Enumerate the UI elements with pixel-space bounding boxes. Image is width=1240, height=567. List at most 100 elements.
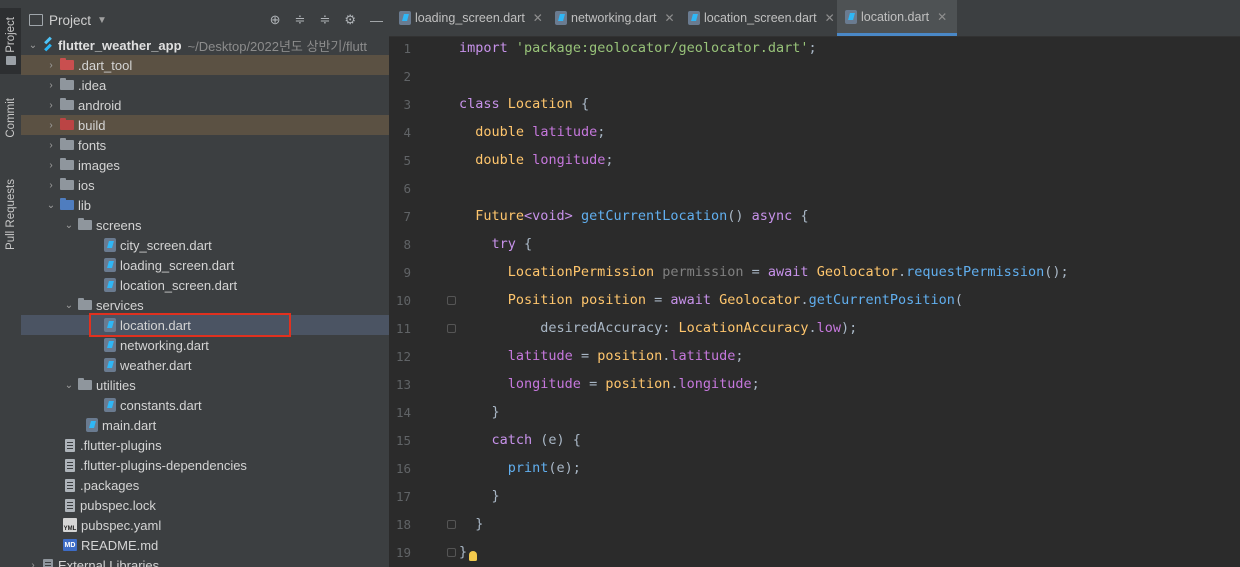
code-token: latitude [507, 348, 573, 364]
tree-item-location-screen[interactable]: location_screen.dart [21, 275, 389, 295]
chevron-right-icon[interactable]: › [45, 60, 57, 71]
close-icon[interactable]: ✕ [664, 11, 674, 25]
tree-item-label: location_screen.dart [120, 277, 238, 293]
close-icon[interactable]: ✕ [825, 11, 835, 25]
code-token: { [572, 96, 590, 112]
tree-item-readme[interactable]: MD README.md [21, 535, 389, 555]
dart-file-icon [555, 11, 567, 25]
tree-item-label: .dart_tool [78, 57, 133, 73]
line-number: 1 [403, 41, 411, 56]
folder-icon [60, 58, 74, 70]
code-token: () [727, 208, 752, 224]
code-line-19: } [459, 544, 468, 560]
project-icon [29, 14, 43, 26]
line-number: 9 [403, 265, 411, 280]
project-tool-tab[interactable]: Project [0, 8, 21, 74]
pull-requests-tool-tab[interactable]: Pull Requests [0, 168, 21, 260]
tree-item-label: .packages [80, 477, 140, 493]
tab-networking[interactable]: networking.dart ✕ [555, 0, 675, 36]
chevron-right-icon[interactable]: › [45, 80, 57, 91]
folder-icon [60, 78, 74, 90]
tree-item-lib[interactable]: ⌄ lib [21, 195, 389, 215]
tree-item-label: .flutter-plugins [80, 437, 162, 453]
tree-item-location[interactable]: location.dart [21, 315, 389, 335]
tree-item-fonts[interactable]: › fonts [21, 135, 389, 155]
line-number: 3 [403, 97, 411, 112]
chevron-right-icon[interactable]: › [27, 560, 39, 567]
line-number: 14 [395, 405, 411, 420]
chevron-down-icon[interactable]: ⌄ [27, 40, 39, 51]
code-line-15: catch (e) { [459, 432, 581, 448]
chevron-down-icon[interactable]: ⌄ [63, 220, 75, 231]
tree-item-main[interactable]: main.dart [21, 415, 389, 435]
code-line-12: latitude = position.latitude; [507, 348, 744, 364]
close-icon[interactable]: ✕ [533, 11, 543, 25]
folder-icon [78, 298, 92, 310]
project-panel-title[interactable]: Project [49, 13, 91, 28]
tree-item-pubspec-lock[interactable]: pubspec.lock [21, 495, 389, 515]
fold-marker-icon[interactable] [447, 324, 456, 333]
tree-item-ios[interactable]: › ios [21, 175, 389, 195]
code-token: longitude [532, 152, 606, 168]
tree-item-label: ios [78, 177, 95, 193]
tree-item-flutter-plugins[interactable]: .flutter-plugins [21, 435, 389, 455]
tree-item-screens[interactable]: ⌄ screens [21, 215, 389, 235]
target-icon[interactable]: ⊕ [270, 12, 281, 28]
tree-root[interactable]: ⌄ flutter_weather_app ~/Desktop/2022년도 상… [21, 35, 389, 55]
tab-location-screen[interactable]: location_screen.dart ✕ [688, 0, 835, 36]
code-token: Location [507, 96, 573, 112]
dart-file-icon [104, 358, 116, 372]
tree-item-flutter-plugins-dependencies[interactable]: .flutter-plugins-dependencies [21, 455, 389, 475]
tree-item-weather[interactable]: weather.dart [21, 355, 389, 375]
tab-loading-screen[interactable]: loading_screen.dart ✕ [399, 0, 543, 36]
code-token: try [491, 236, 516, 252]
tree-item-pubspec-yaml[interactable]: YML pubspec.yaml [21, 515, 389, 535]
code-token: longitude [507, 376, 581, 392]
text-file-icon [65, 438, 75, 452]
tree-item-loading-screen[interactable]: loading_screen.dart [21, 255, 389, 275]
chevron-down-icon[interactable]: ⌄ [63, 300, 75, 311]
lightbulb-icon[interactable] [469, 551, 477, 561]
chevron-right-icon[interactable]: › [45, 160, 57, 171]
chevron-down-icon[interactable]: ⌄ [45, 200, 57, 211]
code-token: position [597, 348, 663, 364]
fold-marker-icon[interactable] [447, 520, 456, 529]
code-token: desiredAccuracy: [540, 320, 671, 336]
collapse-icon[interactable]: ≑ [319, 12, 330, 28]
code-line-16: print(e); [459, 460, 581, 476]
minimize-icon[interactable]: — [370, 13, 383, 28]
tree-item-utilities[interactable]: ⌄ utilities [21, 375, 389, 395]
tree-item-external-libraries[interactable]: › External Libraries [21, 555, 389, 567]
code-token: class [459, 96, 500, 112]
dart-file-icon [104, 338, 116, 352]
fold-marker-icon[interactable] [447, 548, 456, 557]
chevron-right-icon[interactable]: › [45, 100, 57, 111]
tree-item-constants[interactable]: constants.dart [21, 395, 389, 415]
tree-item-city-screen[interactable]: city_screen.dart [21, 235, 389, 255]
chevron-right-icon[interactable]: › [45, 180, 57, 191]
tree-item-packages[interactable]: .packages [21, 475, 389, 495]
fold-marker-icon[interactable] [447, 296, 456, 305]
tree-item-android[interactable]: › android [21, 95, 389, 115]
code-token: <void> [524, 208, 573, 224]
tree-item-networking[interactable]: networking.dart [21, 335, 389, 355]
close-icon[interactable]: ✕ [937, 10, 947, 24]
expand-icon[interactable]: ≑ [295, 12, 306, 28]
tree-item-images[interactable]: › images [21, 155, 389, 175]
code-line-1: import 'package:geolocator/geolocator.da… [459, 40, 817, 56]
chevron-down-icon[interactable]: ▼ [97, 15, 107, 26]
tree-item-idea[interactable]: › .idea [21, 75, 389, 95]
code-token: double [475, 152, 525, 168]
chevron-right-icon[interactable]: › [45, 120, 57, 131]
chevron-right-icon[interactable]: › [45, 140, 57, 151]
tree-item-build[interactable]: › build [21, 115, 389, 135]
tree-item-dart-tool[interactable]: › .dart_tool [21, 55, 389, 75]
root-name: flutter_weather_app [58, 37, 182, 53]
commit-tool-tab[interactable]: Commit [0, 88, 21, 148]
tree-item-services[interactable]: ⌄ services [21, 295, 389, 315]
gear-icon[interactable]: ⚙ [344, 12, 356, 28]
chevron-down-icon[interactable]: ⌄ [63, 380, 75, 391]
project-panel-header: Project ▼ ⊕ ≑ ≑ ⚙ — [21, 0, 389, 40]
tab-location[interactable]: location.dart ✕ [837, 0, 958, 36]
tree-item-label: utilities [96, 377, 136, 393]
